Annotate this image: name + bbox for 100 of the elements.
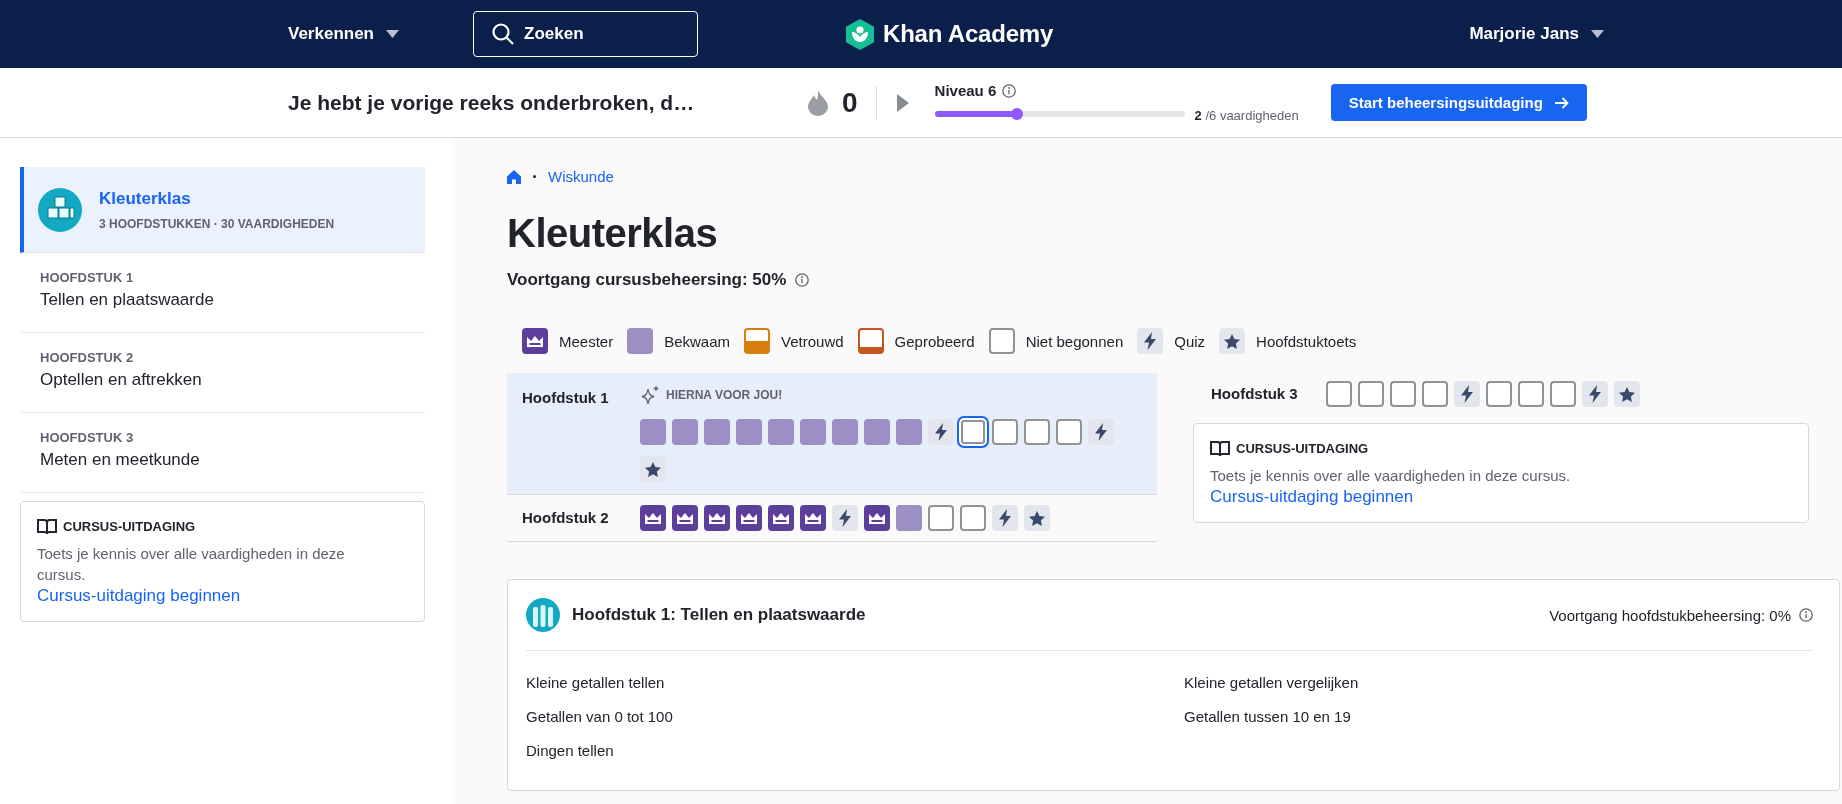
sparkle-icon — [640, 385, 660, 405]
hands-illustration-icon — [526, 598, 560, 632]
home-icon[interactable] — [507, 169, 521, 184]
quiz-square[interactable] — [928, 419, 954, 445]
crown-icon — [805, 512, 821, 524]
mastered-skill-square[interactable] — [768, 505, 794, 531]
chapter-row[interactable]: Hoofdstuk 3 — [1193, 373, 1809, 415]
course-title: Kleuterklas — [507, 211, 719, 256]
quiz-square[interactable] — [1088, 419, 1114, 445]
mastered-skill-square[interactable] — [864, 505, 890, 531]
search-icon — [492, 23, 514, 45]
chapter-row[interactable]: Hoofdstuk 1 HIERNA VOOR JOU! — [507, 373, 1157, 495]
quiz-square[interactable] — [1454, 381, 1480, 407]
mastered-skill-square[interactable] — [704, 505, 730, 531]
user-menu[interactable]: Marjorie Jans — [1469, 24, 1604, 44]
crown-icon — [709, 512, 725, 524]
play-icon — [896, 93, 909, 112]
legend-label: Vetrouwd — [781, 332, 844, 350]
empty-skill-square[interactable] — [1056, 419, 1082, 445]
empty-skill-square[interactable] — [1358, 381, 1384, 407]
skill-link[interactable]: Dingen tellen — [526, 741, 1184, 759]
mastered-skill-square[interactable] — [640, 505, 666, 531]
logo-text[interactable]: Khan Academy — [883, 20, 1054, 48]
course-nav-item[interactable]: Kleuterklas 3 HOOFDSTUKKEN · 30 VAARDIGHEDEN — [20, 167, 425, 253]
chapter-row[interactable]: Hoofdstuk 2 — [507, 495, 1157, 542]
unit-nav-item[interactable]: HOOFDSTUK 1 Tellen en plaatswaarde — [20, 253, 425, 333]
skills-progress-text: 2 /6 vaardigheden — [1194, 108, 1299, 123]
streak-message: Je hebt je vorige reeks onderbroken, d… — [288, 90, 696, 115]
unit-nav-item[interactable]: HOOFDSTUK 3 Meten en meetkunde — [20, 413, 425, 493]
streak-count: 0 — [842, 86, 858, 119]
quiz-square[interactable] — [992, 505, 1018, 531]
next-up-label: HIERNA VOOR JOU! — [666, 388, 783, 402]
info-icon[interactable] — [1799, 608, 1813, 622]
lightning-icon — [935, 423, 947, 441]
info-icon[interactable] — [795, 273, 810, 287]
explore-menu[interactable]: Verkennen — [288, 24, 473, 44]
unit-title: Meten en meetkunde — [40, 450, 201, 470]
start-challenge-link[interactable]: Cursus-uitdaging beginnen — [1210, 487, 1414, 506]
flame-icon — [808, 89, 828, 116]
skill-link[interactable]: Kleine getallen tellen — [526, 673, 1184, 691]
unit-title: Tellen en plaatswaarde — [40, 290, 215, 310]
empty-skill-square[interactable] — [1326, 381, 1352, 407]
unit-title: Optellen en aftrekken — [40, 370, 203, 390]
legend-label: Geprobeerd — [894, 332, 975, 350]
unit-card-title[interactable]: Hoofdstuk 1: Tellen en plaatswaarde — [572, 605, 866, 625]
empty-skill-square[interactable] — [1486, 381, 1512, 407]
book-icon — [1210, 440, 1230, 457]
empty-skill-square[interactable] — [960, 505, 986, 531]
test-square[interactable] — [1024, 505, 1050, 531]
info-icon[interactable] — [1002, 83, 1017, 98]
attempted-skill-square — [857, 328, 884, 354]
test-square[interactable] — [640, 456, 666, 482]
empty-skill-square — [988, 328, 1015, 354]
empty-skill-square[interactable] — [1422, 381, 1448, 407]
lightning-icon — [1095, 423, 1107, 441]
start-challenge-button[interactable]: Start beheersingsuitdaging — [1330, 84, 1587, 121]
legend-label: Quiz — [1174, 332, 1206, 350]
cubes-icon — [38, 187, 82, 232]
skill-link[interactable]: Getallen van 0 tot 100 — [526, 707, 1184, 725]
mastered-skill-square[interactable] — [736, 505, 762, 531]
challenge-heading: CURSUS-UITDAGING — [1236, 441, 1369, 456]
empty-skill-square[interactable] — [928, 505, 954, 531]
unit-label: HOOFDSTUK 3 — [40, 430, 135, 445]
crown-icon — [677, 512, 693, 524]
start-challenge-link[interactable]: Cursus-uitdaging beginnen — [37, 586, 241, 605]
legend-label: Meester — [559, 332, 614, 350]
challenge-heading: CURSUS-UITDAGING — [63, 519, 196, 534]
mastered-skill-square[interactable] — [800, 505, 826, 531]
skill-link[interactable]: Getallen tussen 10 en 19 — [1184, 707, 1813, 725]
level-label: Niveau 6 — [934, 82, 997, 99]
quiz-square[interactable] — [832, 505, 858, 531]
chapter-name: Hoofdstuk 1 — [522, 388, 610, 408]
crown-icon — [869, 512, 885, 524]
caret-icon — [1591, 30, 1604, 38]
lightning-icon — [1589, 385, 1601, 403]
empty-skill-square[interactable] — [1518, 381, 1544, 407]
caret-icon — [386, 30, 399, 38]
crown-icon — [645, 512, 661, 524]
search-button[interactable]: Zoeken — [473, 11, 698, 57]
quiz-square[interactable] — [1582, 381, 1608, 407]
empty-skill-square[interactable] — [1550, 381, 1576, 407]
crown-icon — [527, 335, 543, 347]
lightning-icon — [1144, 332, 1157, 350]
empty-skill-square[interactable] — [992, 419, 1018, 445]
empty-skill-square[interactable] — [1390, 381, 1416, 407]
skill-link[interactable]: Kleine getallen vergelijken — [1184, 673, 1813, 691]
mastered-skill-square[interactable] — [672, 505, 698, 531]
familiar-skill-square — [744, 328, 771, 354]
breadcrumb-link[interactable]: Wiskunde — [548, 168, 614, 185]
empty-skill-square[interactable] — [1024, 419, 1050, 445]
unit-nav-item[interactable]: HOOFDSTUK 2 Optellen en aftrekken — [20, 333, 425, 413]
test-square[interactable] — [1614, 381, 1640, 407]
book-icon — [37, 518, 57, 535]
proficient-skill-square — [627, 328, 654, 354]
star-icon — [1619, 386, 1635, 402]
course-progress-text: Voortgang cursusbeheersing: 50% — [507, 270, 787, 290]
challenge-description: Toets je kennis over alle vaardigheden in deze cursus. — [37, 544, 346, 585]
empty-skill-square[interactable] — [957, 416, 989, 448]
lightning-icon — [999, 509, 1011, 527]
legend-label: Bekwaam — [664, 332, 731, 350]
